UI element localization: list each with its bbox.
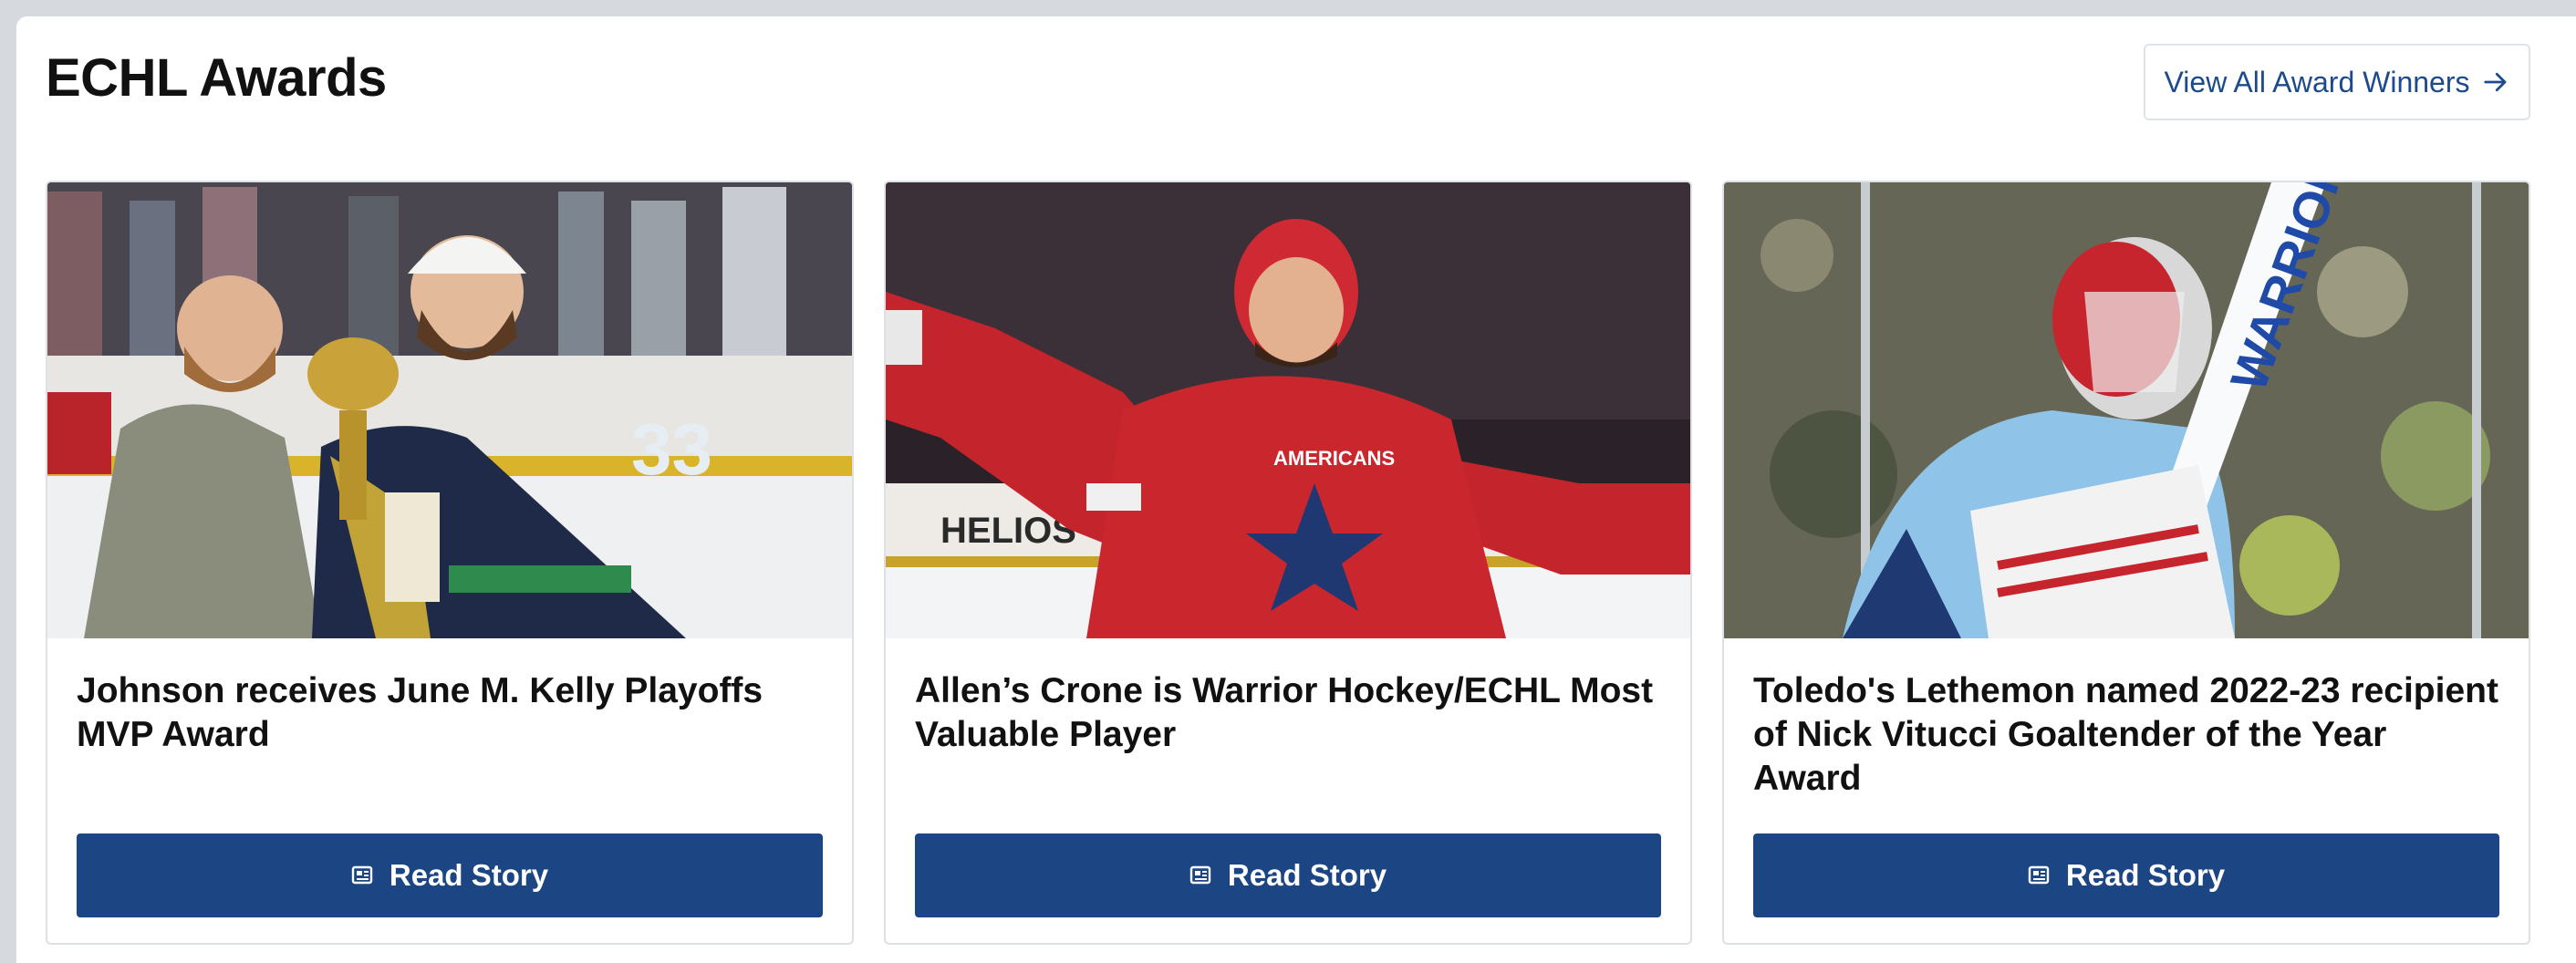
newspaper-icon <box>2028 865 2050 885</box>
section-title: ECHL Awards <box>46 48 387 108</box>
view-all-award-winners-button[interactable]: View All Award Winners <box>2144 44 2530 120</box>
card-headline[interactable]: Johnson receives June M. Kelly Playoffs … <box>77 669 826 757</box>
read-story-label: Read Story <box>2065 858 2226 892</box>
arrow-right-icon <box>2484 72 2507 92</box>
read-story-label: Read Story <box>1227 858 1387 892</box>
svg-text:33: 33 <box>631 409 712 490</box>
read-story-button[interactable]: Read Story <box>77 834 823 917</box>
trophy-presentation-photo[interactable]: 33 <box>47 182 852 638</box>
newspaper-icon <box>351 865 373 885</box>
svg-text:AMERICANS: AMERICANS <box>1273 447 1395 470</box>
award-card-1[interactable]: 33 Johnson receives June M. Kelly Playof… <box>46 181 854 945</box>
goaltender-photo[interactable]: WARRIOR <box>1724 182 2529 638</box>
read-story-label: Read Story <box>389 858 549 892</box>
view-all-label: View All Award Winners <box>2164 65 2470 98</box>
read-story-button[interactable]: Read Story <box>915 834 1661 917</box>
celebrating-player-photo[interactable]: HELIOS AMERICANS <box>886 182 1690 638</box>
award-card-2[interactable]: HELIOS AMERICANS Allen’s Crone is Warrio… <box>884 181 1692 945</box>
newspaper-icon <box>1189 865 1211 885</box>
awards-panel: ECHL Awards View All Award Winners 33 Jo… <box>16 16 2576 963</box>
read-story-button[interactable]: Read Story <box>1753 834 2499 917</box>
award-card-3[interactable]: WARRIOR Toledo's Lethemon named 2022-23 … <box>1722 181 2530 945</box>
card-headline[interactable]: Toledo's Lethemon named 2022-23 recipien… <box>1753 669 2503 801</box>
card-headline[interactable]: Allen’s Crone is Warrior Hockey/ECHL Mos… <box>915 669 1665 757</box>
